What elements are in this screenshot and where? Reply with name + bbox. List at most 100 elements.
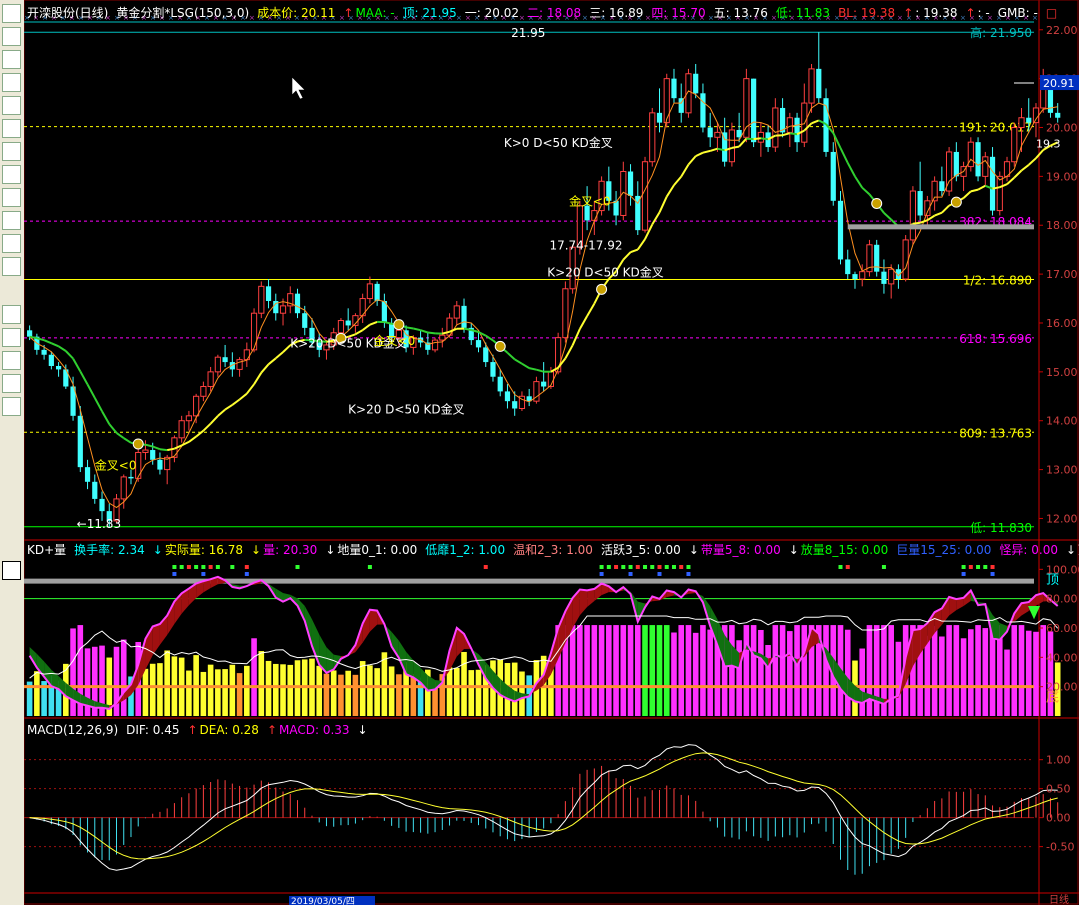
volume-bar <box>381 652 388 716</box>
toolbar-fin-icon[interactable] <box>2 119 21 138</box>
kd-header-item: ↓ <box>325 543 335 557</box>
toolbar-quote-icon[interactable] <box>2 4 21 23</box>
volume-bar <box>446 667 453 716</box>
toolbar-year-button[interactable] <box>2 676 21 695</box>
stock-chart: 高: 21.950191: 20.017382: 18.0841/2: 16.8… <box>24 0 1079 905</box>
toolbar-search-icon[interactable] <box>2 234 21 253</box>
kd-header-item: ↓ <box>153 543 163 557</box>
candle-body <box>751 78 757 143</box>
toolbar-season-button[interactable] <box>2 653 21 672</box>
candle-body <box>852 274 858 279</box>
toolbar-p15-button[interactable] <box>2 469 21 488</box>
candle-body <box>337 320 345 334</box>
candle-body <box>120 476 127 500</box>
toolbar-week-button[interactable] <box>2 584 21 603</box>
kd-signal-square <box>628 572 633 576</box>
macd-tick-label: 1.00 <box>1046 754 1071 767</box>
toolbar-p5-button[interactable] <box>2 446 21 465</box>
x-axis-period: 日线 <box>1049 893 1069 905</box>
kd-header-item: ↓ <box>689 543 699 557</box>
candle-body <box>345 320 351 326</box>
toolbar-report-icon[interactable] <box>2 96 21 115</box>
price-tick-label: 19.00 <box>1046 170 1078 183</box>
ma-long-segment <box>753 137 762 141</box>
toolbar-f10-icon[interactable] <box>2 142 21 161</box>
toolbar-move-icon[interactable] <box>2 328 21 347</box>
toolbar-line-icon[interactable] <box>2 50 21 69</box>
price-tick-label: 12.00 <box>1046 512 1078 525</box>
kd-signal-square <box>201 572 206 576</box>
candle-body <box>497 376 503 392</box>
ma-long-segment <box>463 327 472 331</box>
main-header-item: GMB: - <box>998 6 1038 20</box>
toolbar-wave-icon[interactable] <box>2 257 21 276</box>
volume-bar <box>1004 649 1010 716</box>
candle-body <box>845 259 851 275</box>
volume-bar <box>1025 630 1032 716</box>
price-tick-label: 18.00 <box>1046 219 1078 232</box>
volume-bar <box>345 670 351 716</box>
kd-signal-square <box>643 565 648 569</box>
kd-signal-square <box>961 572 966 576</box>
candle-body <box>265 286 272 301</box>
kd-signal-square <box>968 565 973 569</box>
toolbar-s-icon[interactable] <box>2 305 21 324</box>
left-toolbar <box>0 0 25 905</box>
volume-bar <box>461 651 467 716</box>
candle-body <box>453 305 460 319</box>
toolbar-f5-icon[interactable] <box>2 397 21 416</box>
candle-body <box>743 78 750 138</box>
volume-bar <box>968 629 974 716</box>
toolbar-fiz-icon[interactable] <box>2 188 21 207</box>
macd-header-item: DEA: 0.28 <box>200 723 259 737</box>
chart-annotation: 金叉<0 <box>374 333 416 348</box>
candle-body <box>1026 117 1032 123</box>
toolbar-p60-button[interactable] <box>2 515 21 534</box>
toolbar-exit-icon[interactable] <box>2 351 21 370</box>
candle-body <box>722 132 728 162</box>
toolbar-p1-button[interactable] <box>2 423 21 442</box>
ma-long-segment <box>405 326 414 330</box>
toolbar-day-button[interactable] <box>2 561 21 580</box>
volume-bar <box>982 628 989 716</box>
candle-body <box>294 293 301 314</box>
main-header-item: 黄金分割*LSG(150,3,0) <box>116 5 249 20</box>
candle-body <box>693 73 699 94</box>
kd-signal-square <box>961 565 966 569</box>
main-header-item: 一: 20.02 <box>465 6 519 20</box>
candle-body <box>671 78 677 99</box>
toolbar-month-button[interactable] <box>2 607 21 626</box>
kd-tick-label: 60.00 <box>1046 622 1078 635</box>
kd-signal-square <box>230 565 235 569</box>
toolbar-grid-icon[interactable] <box>2 27 21 46</box>
volume-bar <box>729 625 735 716</box>
toolbar-kline-icon[interactable] <box>2 73 21 92</box>
support-band <box>847 224 1034 230</box>
price-tick-label: 14.00 <box>1046 415 1078 428</box>
main-header-item: ↑ <box>965 6 975 20</box>
price-tick-label: 22.00 <box>1046 24 1078 37</box>
kd-signal-square <box>664 565 669 569</box>
candle-body <box>837 200 844 260</box>
volume-bar <box>70 628 76 716</box>
candle-body <box>1040 87 1047 109</box>
kd-tick-label: 100.00 <box>1046 563 1079 576</box>
toolbar-pn-button[interactable] <box>2 538 21 557</box>
volume-bar <box>164 650 170 716</box>
toolbar-pen-icon[interactable] <box>2 374 21 393</box>
candle-body <box>700 93 706 128</box>
toolbar-doc-icon[interactable] <box>2 165 21 184</box>
kd-header-item: ↓ <box>1066 543 1076 557</box>
kd-signal-square <box>172 572 177 576</box>
volume-bar <box>939 636 945 716</box>
macd-header-item: DIF: 0.45 <box>126 723 179 737</box>
candle-body <box>786 117 793 133</box>
fib-level-label: 高: 21.950 <box>970 25 1032 40</box>
toolbar-multi-button[interactable] <box>2 630 21 649</box>
candle-body <box>613 200 619 216</box>
toolbar-rsi-icon[interactable] <box>2 282 21 301</box>
volume-bar <box>634 625 641 716</box>
toolbar-fx-icon[interactable] <box>2 211 21 230</box>
kd-signal-square <box>186 565 191 569</box>
toolbar-p30-button[interactable] <box>2 492 21 511</box>
